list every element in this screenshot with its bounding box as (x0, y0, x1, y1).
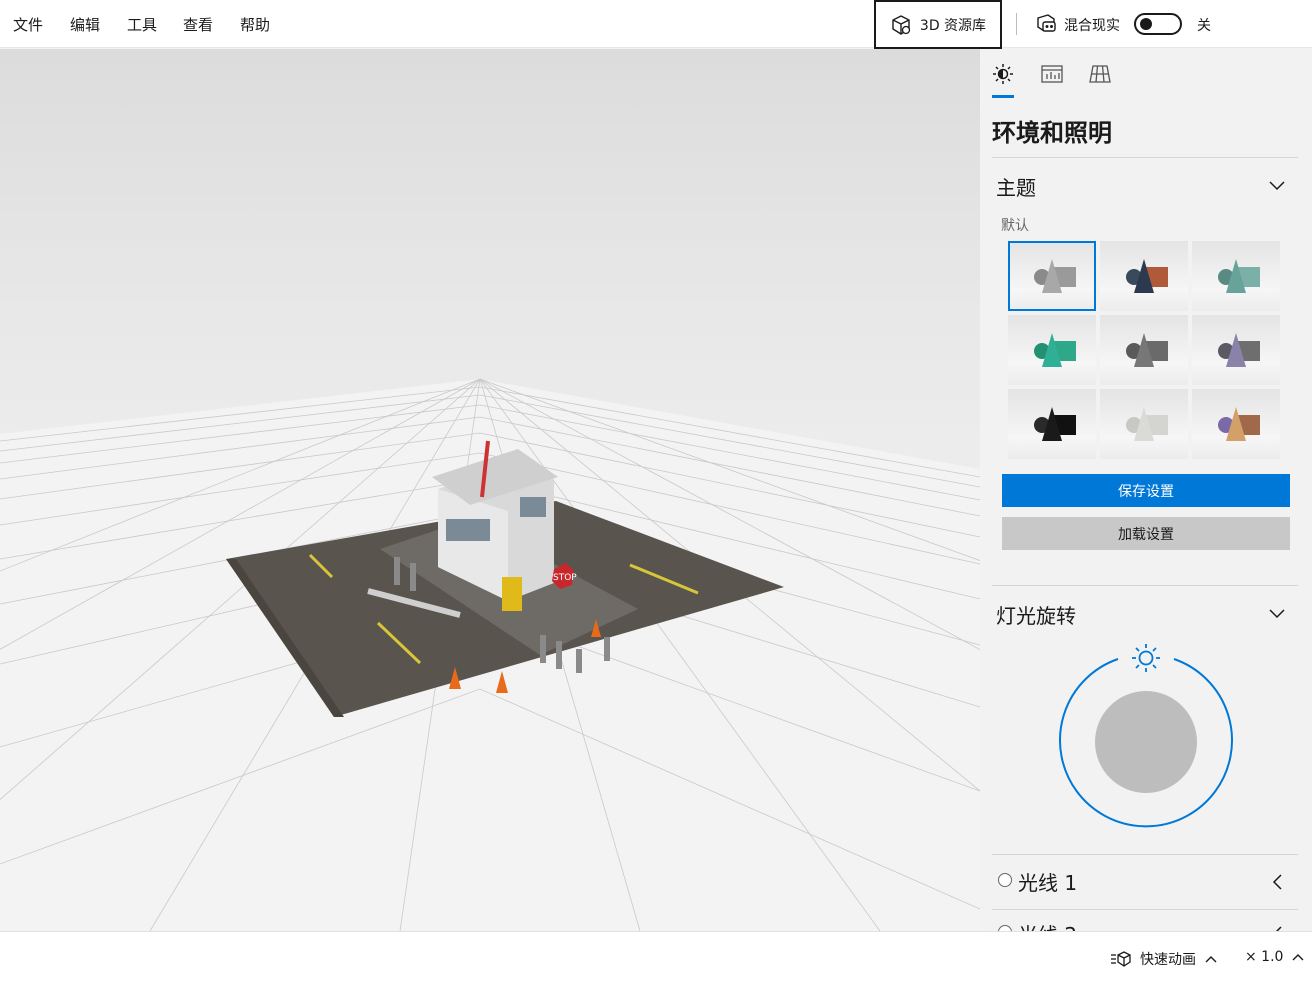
quick-animation-button[interactable]: 快速动画 (1110, 949, 1218, 969)
menu-help[interactable]: 帮助 (240, 14, 270, 35)
lighting-tab-icon[interactable] (992, 63, 1014, 85)
theme-thumb-9[interactable] (1192, 389, 1280, 459)
load-settings-button[interactable]: 加载设置 (1002, 517, 1290, 550)
theme-grid (1008, 241, 1280, 459)
svg-text:STOP: STOP (553, 573, 577, 583)
theme-thumb-3[interactable] (1192, 241, 1280, 311)
speed-label: × 1.0 (1245, 949, 1284, 965)
chevron-down-icon[interactable] (1268, 606, 1286, 620)
theme-thumb-6[interactable] (1192, 315, 1280, 385)
theme-thumb-default[interactable] (1008, 241, 1096, 311)
light-2-label: 光线 2 (1018, 919, 1077, 931)
scene-canvas: STOP (0, 378, 980, 931)
theme-thumb-2[interactable] (1100, 241, 1188, 311)
theme-thumb-4[interactable] (1008, 315, 1096, 385)
divider (1016, 13, 1017, 35)
theme-thumb-7[interactable] (1008, 389, 1096, 459)
stats-tab-icon[interactable] (1040, 63, 1064, 85)
menu-tools[interactable]: 工具 (127, 14, 157, 35)
chevron-up-icon (1292, 954, 1304, 961)
quick-animation-label: 快速动画 (1140, 952, 1196, 968)
light-rotation-sphere (1095, 691, 1197, 793)
status-bar: 快速动画 × 1.0 (0, 931, 1312, 984)
light-1-label: 光线 1 (1018, 871, 1078, 895)
environment-panel: 环境和照明 主题 默认 保存设置 加载设置 灯光旋转 光线 1 (980, 49, 1312, 931)
animation-icon (1111, 951, 1131, 967)
chevron-left-icon[interactable] (1272, 873, 1284, 891)
menu-edit[interactable]: 编辑 (70, 14, 100, 35)
divider (992, 854, 1298, 855)
speed-selector[interactable]: × 1.0 (1245, 949, 1305, 965)
3d-viewport[interactable]: STOP (0, 49, 980, 931)
light-rotation-wheel[interactable] (1056, 641, 1236, 833)
mixed-reality-toggle[interactable] (1134, 13, 1182, 35)
theme-section-title: 主题 (996, 176, 1036, 200)
divider (992, 157, 1298, 158)
3d-library-label: 3D 资源库 (919, 17, 987, 34)
mixed-reality-label: 混合现实 (1064, 18, 1120, 34)
menu-file[interactable]: 文件 (13, 14, 43, 35)
chevron-up-icon (1205, 956, 1217, 963)
divider (992, 585, 1298, 586)
sun-icon (1132, 644, 1160, 672)
mixed-reality-icon (1037, 14, 1056, 32)
light-1-radio[interactable] (998, 873, 1012, 887)
chevron-down-icon[interactable] (1268, 178, 1286, 192)
theme-thumb-8[interactable] (1100, 389, 1188, 459)
divider (992, 909, 1298, 910)
save-settings-button[interactable]: 保存设置 (1002, 474, 1290, 507)
panel-title: 环境和照明 (992, 119, 1112, 147)
cube-icon (892, 14, 911, 35)
tab-underline (992, 95, 1014, 98)
selected-theme-name: 默认 (1001, 218, 1029, 234)
light-rotation-title: 灯光旋转 (996, 604, 1076, 628)
menu-view[interactable]: 查看 (183, 14, 213, 35)
grid-tab-icon[interactable] (1088, 63, 1112, 85)
menu-bar: 文件 编辑 工具 查看 帮助 3D 资源库 混合现实 关 (0, 0, 1312, 49)
toggle-knob (1140, 18, 1152, 30)
theme-thumb-5[interactable] (1100, 315, 1188, 385)
toggle-state-label: 关 (1197, 18, 1211, 34)
3d-library-button[interactable]: 3D 资源库 (874, 0, 1002, 49)
